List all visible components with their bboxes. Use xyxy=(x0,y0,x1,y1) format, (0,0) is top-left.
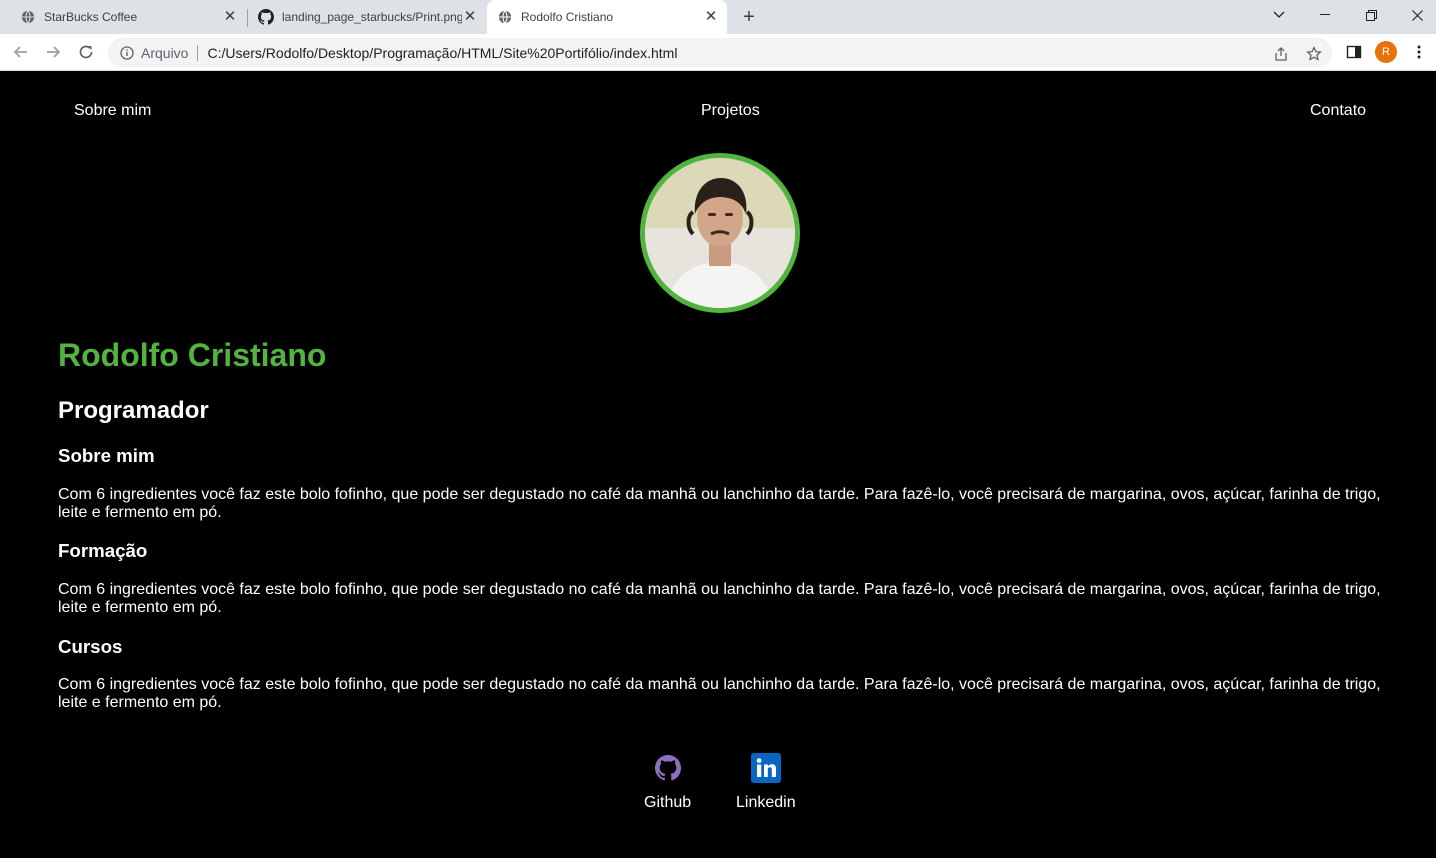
tab-search-icon[interactable] xyxy=(1256,0,1302,30)
linkedin-link[interactable]: Linkedin xyxy=(736,752,796,812)
github-icon xyxy=(652,752,684,784)
browser-tab-github[interactable]: landing_page_starbucks/Print.png ✕ xyxy=(250,0,486,34)
minimize-button[interactable] xyxy=(1302,0,1348,30)
back-button[interactable] xyxy=(9,40,33,64)
close-tab-icon[interactable]: ✕ xyxy=(703,9,719,25)
github-icon xyxy=(258,9,274,25)
github-link[interactable]: Github xyxy=(644,752,691,812)
globe-icon xyxy=(497,9,513,25)
profile-avatar[interactable]: R xyxy=(1375,41,1397,63)
globe-icon xyxy=(20,9,36,25)
linkedin-icon xyxy=(750,752,782,784)
tab-separator xyxy=(247,9,248,27)
nav-link-about[interactable]: Sobre mim xyxy=(74,102,151,120)
browser-toolbar: Arquivo C:/Users/Rodolfo/Desktop/Program… xyxy=(0,34,1436,71)
profile-role: Programador xyxy=(58,397,209,424)
linkedin-label: Linkedin xyxy=(736,794,796,811)
github-label: Github xyxy=(644,794,692,811)
close-window-button[interactable] xyxy=(1394,0,1436,30)
section-title-courses: Cursos xyxy=(58,636,123,657)
side-panel-icon[interactable] xyxy=(1345,43,1363,61)
address-url: C:/Users/Rodolfo/Desktop/Programação/HTM… xyxy=(207,44,678,61)
portfolio-page: Sobre mim Projetos Contato Rodolfo Crist… xyxy=(0,71,1436,858)
nav-link-contact[interactable]: Contato xyxy=(1310,102,1366,120)
tab-title: StarBucks Coffee xyxy=(44,10,138,24)
address-divider xyxy=(197,44,199,61)
tab-title: landing_page_starbucks/Print.png xyxy=(282,10,462,24)
browser-tab-strip: StarBucks Coffee ✕ landing_page_starbuck… xyxy=(0,0,1436,34)
profile-photo xyxy=(640,153,800,313)
close-tab-icon[interactable]: ✕ xyxy=(462,9,478,25)
address-scheme: Arquivo xyxy=(141,44,189,61)
section-title-about: Sobre mim xyxy=(58,445,155,466)
profile-name: Rodolfo Cristiano xyxy=(58,337,327,373)
address-bar[interactable]: Arquivo C:/Users/Rodolfo/Desktop/Program… xyxy=(108,38,1332,67)
info-icon[interactable] xyxy=(119,45,135,61)
tab-title: Rodolfo Cristiano xyxy=(521,10,614,24)
nav-link-projects[interactable]: Projetos xyxy=(701,102,760,120)
section-text-courses: Com 6 ingredientes você faz este bolo fo… xyxy=(58,676,1381,711)
close-tab-icon[interactable]: ✕ xyxy=(222,9,238,25)
more-menu-icon[interactable] xyxy=(1410,43,1428,61)
new-tab-button[interactable]: + xyxy=(738,6,760,28)
section-text-education: Com 6 ingredientes você faz este bolo fo… xyxy=(58,581,1381,616)
restore-button[interactable] xyxy=(1348,0,1394,30)
reload-button[interactable] xyxy=(74,40,98,64)
browser-tab-starbucks[interactable]: StarBucks Coffee ✕ xyxy=(12,0,246,34)
browser-tab-active[interactable]: Rodolfo Cristiano ✕ xyxy=(487,0,727,34)
bookmark-star-icon[interactable] xyxy=(1305,45,1323,63)
section-text-about: Com 6 ingredientes você faz este bolo fo… xyxy=(58,486,1381,521)
forward-button[interactable] xyxy=(41,40,65,64)
section-title-education: Formação xyxy=(58,540,148,561)
share-icon[interactable] xyxy=(1272,45,1290,63)
